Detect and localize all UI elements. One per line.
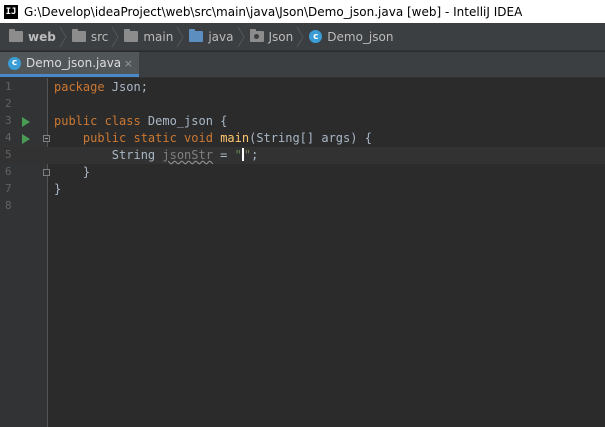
code-operator: = bbox=[212, 148, 235, 162]
code-keyword: public class bbox=[54, 114, 141, 128]
chevron-right-icon bbox=[111, 26, 119, 47]
code-string: " bbox=[234, 148, 242, 162]
breadcrumb-label: main bbox=[143, 29, 174, 44]
code-keyword: package bbox=[54, 80, 105, 94]
code-unused-variable: jsonStr bbox=[162, 148, 213, 162]
line-number: 4 bbox=[5, 131, 12, 144]
breadcrumb: web src main java Json c Demo_json bbox=[0, 23, 605, 51]
code-text: (String[] args) { bbox=[249, 131, 372, 145]
chevron-right-icon bbox=[296, 26, 304, 47]
breadcrumb-demo-json[interactable]: c Demo_json bbox=[309, 23, 393, 51]
run-main-icon[interactable] bbox=[22, 134, 30, 144]
window-title: G:\Develop\ideaProject\web\src\main\java… bbox=[24, 4, 523, 19]
code-line-3: 3 public class Demo_json { bbox=[0, 113, 605, 130]
package-icon bbox=[249, 29, 264, 42]
code-line-5: 5 String jsonStr = " "; bbox=[0, 147, 605, 164]
intellij-logo-icon: IJ bbox=[4, 4, 18, 19]
code-text: Demo_json { bbox=[140, 114, 228, 128]
chevron-right-icon bbox=[176, 26, 184, 47]
code-text: ; bbox=[251, 148, 259, 162]
code-keyword: public static void bbox=[82, 131, 213, 145]
code-line-7: 7 } bbox=[0, 181, 605, 198]
breadcrumb-label: src bbox=[90, 29, 109, 44]
tab-demo-json[interactable]: c Demo_json.java × bbox=[0, 52, 139, 77]
line-number: 3 bbox=[5, 114, 12, 127]
line-number: 2 bbox=[5, 97, 12, 110]
breadcrumb-label: Json bbox=[268, 29, 294, 44]
breadcrumb-java[interactable]: java bbox=[189, 23, 234, 51]
code-type: String bbox=[111, 148, 163, 162]
line-number: 5 bbox=[5, 148, 12, 161]
folder-icon bbox=[124, 29, 139, 42]
fold-toggle-icon[interactable] bbox=[43, 135, 50, 142]
breadcrumb-json[interactable]: Json bbox=[249, 23, 294, 51]
chevron-right-icon bbox=[237, 26, 245, 47]
editor-tab-bar: c Demo_json.java × bbox=[0, 52, 605, 78]
code-editor[interactable]: 1 package Json; 2 3 public class Demo_js… bbox=[0, 78, 605, 427]
breadcrumb-label: web bbox=[28, 29, 56, 44]
project-folder-icon bbox=[9, 29, 23, 42]
title-bar: IJ G:\Develop\ideaProject\web\src\main\j… bbox=[0, 0, 605, 23]
folder-icon bbox=[71, 29, 86, 42]
line-number: 7 bbox=[5, 182, 12, 195]
close-icon[interactable]: × bbox=[124, 57, 133, 70]
code-line-8: 8 bbox=[0, 198, 605, 215]
class-icon: c bbox=[309, 30, 323, 43]
code-line-4: 4 public static void main(String[] args)… bbox=[0, 130, 605, 147]
code-line-6: 6 } bbox=[0, 164, 605, 181]
chevron-right-icon bbox=[59, 26, 67, 47]
line-number: 8 bbox=[5, 199, 12, 212]
run-class-icon[interactable] bbox=[22, 117, 30, 127]
code-method-name: main bbox=[220, 131, 250, 145]
line-number: 6 bbox=[5, 165, 12, 178]
breadcrumb-web[interactable]: web bbox=[9, 23, 56, 51]
code-text: Json; bbox=[104, 80, 148, 94]
class-icon: c bbox=[8, 56, 21, 70]
code-line-2: 2 bbox=[0, 96, 605, 113]
code-line-1: 1 package Json; bbox=[0, 79, 605, 96]
breadcrumb-label: java bbox=[208, 29, 234, 44]
tab-label: Demo_json.java bbox=[26, 56, 122, 70]
code-text: } bbox=[54, 165, 91, 179]
breadcrumb-label: Demo_json bbox=[327, 29, 394, 44]
breadcrumb-main[interactable]: main bbox=[124, 23, 173, 51]
fold-end-icon[interactable] bbox=[43, 169, 50, 176]
breadcrumb-src[interactable]: src bbox=[71, 23, 109, 51]
source-folder-icon bbox=[189, 29, 204, 42]
code-text: } bbox=[54, 182, 62, 196]
line-number: 1 bbox=[5, 80, 12, 93]
